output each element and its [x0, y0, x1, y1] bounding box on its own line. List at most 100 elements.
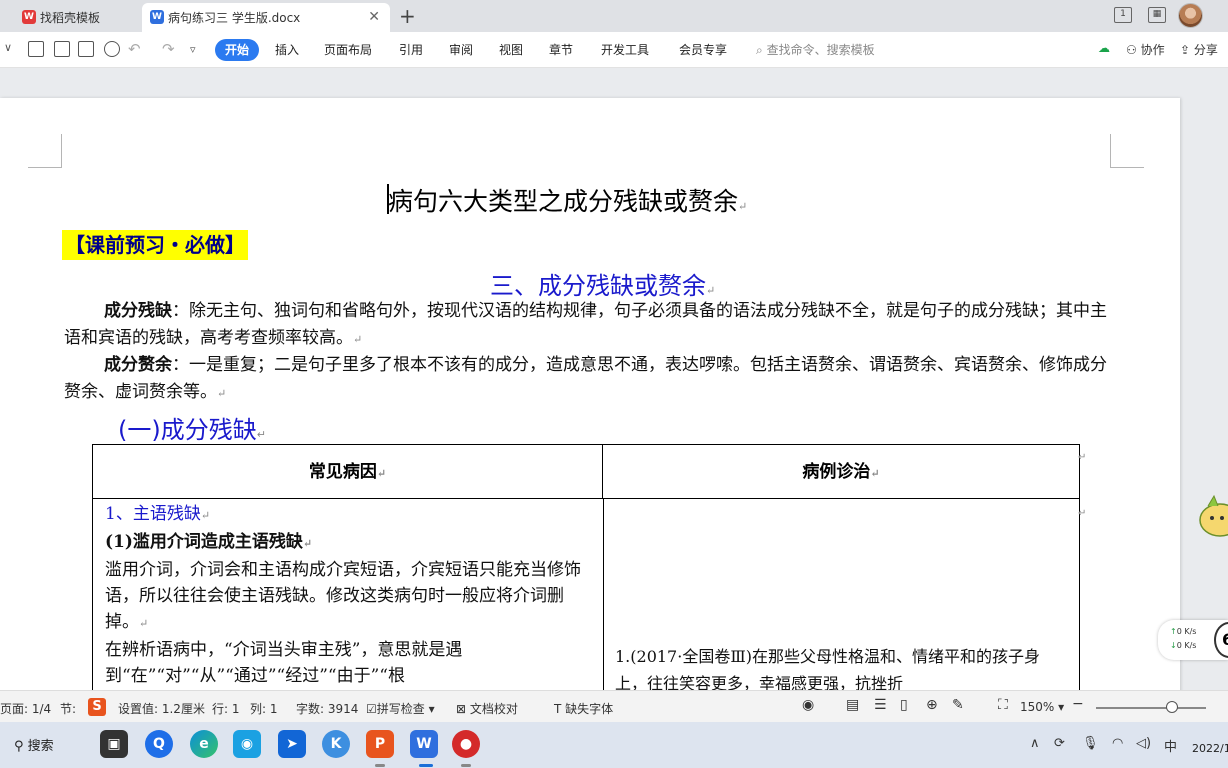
table-cell-cause[interactable]: 1、主语残缺↵ (1)滥用介词造成主语残缺↵ 滥用介词，介词会和主语构成介宾短语…	[105, 501, 591, 689]
upload-speed: ↑0 K/s	[1170, 627, 1197, 636]
grid-apps-icon[interactable]: ▦	[1148, 7, 1166, 23]
quick-access-dropdown-icon[interactable]: ▿	[190, 43, 196, 56]
table-cell-example[interactable]: 1.(2017·全国卷Ⅲ)在那些父母性格温和、情绪平和的孩子身上，往往笑容更多，…	[615, 643, 1069, 690]
section-indicator[interactable]: 节:	[60, 700, 76, 717]
avatar[interactable]	[1178, 3, 1203, 28]
wps-writer-taskbar-icon[interactable]: W	[410, 730, 438, 758]
sync-icon[interactable]: ⟳	[1054, 736, 1065, 751]
print-icon[interactable]	[78, 41, 94, 57]
photo-app-icon[interactable]: ◉	[233, 730, 261, 758]
document-page[interactable]: 病句六大类型之成分残缺或赘余↵ 【课前预习・必做】 三、成分残缺或赘余↵ 成分残…	[0, 98, 1180, 690]
wps-presentation-icon[interactable]: P	[366, 730, 394, 758]
undo-icon[interactable]: ↶	[128, 40, 141, 58]
tab-docer[interactable]: W 找稻壳模板	[14, 3, 138, 32]
tab-label: 病句练习三 学生版.docx	[168, 11, 301, 25]
paragraph-missing-components[interactable]: 成分残缺：除无主句、独词句和省略句外，按现代汉语的结构规律，句子必须具备的语法成…	[64, 298, 1110, 353]
share-label: 分享	[1193, 43, 1218, 57]
missing-font-button[interactable]: T 缺失字体	[554, 700, 613, 717]
wifi-icon[interactable]: ◠	[1112, 736, 1123, 751]
reading-mode-icon[interactable]: ▯	[900, 697, 908, 713]
sogou-ime-icon[interactable]: S	[88, 698, 106, 716]
menu-page-layout[interactable]: 页面布局	[324, 41, 372, 58]
zoom-slider-thumb[interactable]	[1166, 701, 1178, 713]
close-icon[interactable]: ✕	[368, 9, 380, 25]
proofread-button[interactable]: ⊠ 文档校对	[456, 700, 518, 717]
tray-chevron-up-icon[interactable]: ∧	[1030, 736, 1040, 751]
eye-protection-icon[interactable]: ◉	[802, 697, 814, 713]
paragraph-redundant-components[interactable]: 成分赘余：一是重复；二是句子里多了根本不该有的成分，造成意思不通，表达啰嗦。包括…	[64, 352, 1110, 407]
active-indicator	[419, 764, 433, 767]
tab-label: 找稻壳模板	[40, 11, 101, 25]
col-indicator: 列: 1	[250, 702, 278, 716]
search-icon: ⌕	[756, 43, 763, 57]
row-end-mark: ↵	[1078, 508, 1087, 519]
wps-writer-icon: W	[150, 10, 164, 24]
menu-chapter[interactable]: 章节	[549, 41, 573, 58]
command-search[interactable]: ⌕ 查找命令、搜索模板	[756, 41, 875, 58]
row-indicator: 行: 1	[212, 702, 240, 716]
diagnosis-table[interactable]: 常见病因↵ 病例诊治↵ 1、主语残缺↵ (1)滥用介词造成主语残缺↵ 滥用介词，…	[92, 444, 1080, 690]
taskbar-search[interactable]: ⚲ 搜索	[14, 735, 54, 754]
menu-member[interactable]: 会员专享	[679, 41, 727, 58]
spell-check-button[interactable]: ☑拼写检查 ▾	[366, 700, 435, 717]
export-pdf-icon[interactable]	[54, 41, 70, 57]
search-placeholder: 查找命令、搜索模板	[766, 43, 875, 57]
menu-references[interactable]: 引用	[399, 41, 423, 58]
proofread-label: 文档校对	[469, 702, 518, 716]
term-redundant: 成分赘余	[104, 355, 172, 375]
running-indicator	[461, 764, 471, 767]
feishu-icon[interactable]: ➤	[278, 730, 306, 758]
para-text: ：除无主句、独词句和省略句外，按现代汉语的结构规律，句子必须具备的语法成分残缺不…	[64, 301, 1107, 348]
volume-icon[interactable]: ◁)	[1136, 736, 1151, 751]
write-mode-icon[interactable]: ✎	[952, 697, 964, 713]
document-title-text: 病句六大类型之成分残缺或赘余	[388, 187, 739, 216]
chevron-down-icon[interactable]: ∨	[4, 41, 12, 54]
k-app-icon[interactable]: K	[322, 730, 350, 758]
page-view-icon[interactable]: ▤	[846, 697, 859, 713]
section-heading-text: 三、成分残缺或赘余	[490, 272, 706, 300]
section-heading[interactable]: 三、成分残缺或赘余↵	[490, 266, 715, 301]
new-tab-icon[interactable]: +	[399, 4, 416, 28]
word-count[interactable]: 字数: 3914	[296, 700, 358, 717]
zoom-out-button[interactable]: −	[1072, 696, 1084, 712]
print-preview-icon[interactable]	[104, 41, 120, 57]
table-header-cause[interactable]: 常见病因↵	[93, 445, 603, 499]
web-layout-icon[interactable]: ⊕	[926, 697, 938, 713]
taskbar-app-icon[interactable]: Q	[145, 730, 173, 758]
taskbar-search-label: 搜索	[27, 739, 54, 754]
share-icon: ⇪	[1180, 43, 1191, 57]
document-canvas[interactable]: 病句六大类型之成分残缺或赘余↵ 【课前预习・必做】 三、成分残缺或赘余↵ 成分残…	[0, 68, 1228, 690]
edge-browser-icon[interactable]: e	[190, 730, 218, 758]
status-bar: 页面: 1/4 节: S 设置值: 1.2厘米 行: 1 列: 1 字数: 39…	[0, 690, 1228, 722]
menu-review[interactable]: 审阅	[449, 41, 473, 58]
task-view-icon[interactable]: ▣	[100, 730, 128, 758]
spell-check-label: 拼写检查	[376, 702, 425, 716]
window-layout-icon[interactable]: 1	[1114, 7, 1132, 23]
zoom-level[interactable]: 150% ▾	[1020, 700, 1064, 714]
document-title[interactable]: 病句六大类型之成分残缺或赘余↵	[387, 182, 747, 218]
menu-view[interactable]: 视图	[499, 41, 523, 58]
tab-document[interactable]: W 病句练习三 学生版.docx ✕	[142, 3, 390, 32]
redo-icon[interactable]: ↷	[162, 40, 175, 58]
ime-icon[interactable]: 中	[1164, 736, 1177, 755]
microphone-icon[interactable]: 🎙	[1082, 736, 1099, 751]
screen-recorder-icon[interactable]: ●	[452, 730, 480, 758]
share-button[interactable]: ⇪ 分享	[1180, 41, 1218, 58]
menu-developer[interactable]: 开发工具	[601, 41, 649, 58]
taskbar-clock[interactable]: 2022/1	[1192, 742, 1228, 755]
sub-heading[interactable]: (一)成分残缺↵	[118, 410, 266, 445]
page-indicator[interactable]: 页面: 1/4	[0, 700, 51, 717]
fit-page-icon[interactable]: ⛶	[998, 697, 1008, 713]
collab-button[interactable]: ⚇ 协作	[1126, 41, 1165, 58]
cloud-sync-icon[interactable]: ☁	[1098, 41, 1110, 55]
setting-value[interactable]: 设置值: 1.2厘米	[118, 700, 205, 717]
table-header-example[interactable]: 病例诊治↵	[603, 445, 1079, 499]
proofread-icon: ⊠	[456, 702, 467, 716]
menu-insert[interactable]: 插入	[275, 41, 299, 58]
outline-view-icon[interactable]: ☰	[874, 697, 887, 713]
windows-taskbar: ⚲ 搜索 ▣ Q e ◉ ➤ K P W ● ∧ ⟳ 🎙 ◠ ◁) 中 2022…	[0, 722, 1228, 768]
zoom-slider-track[interactable]	[1096, 707, 1206, 709]
menu-home[interactable]: 开始	[215, 39, 259, 61]
save-icon[interactable]	[28, 41, 44, 57]
preview-tag[interactable]: 【课前预习・必做】	[62, 230, 248, 260]
